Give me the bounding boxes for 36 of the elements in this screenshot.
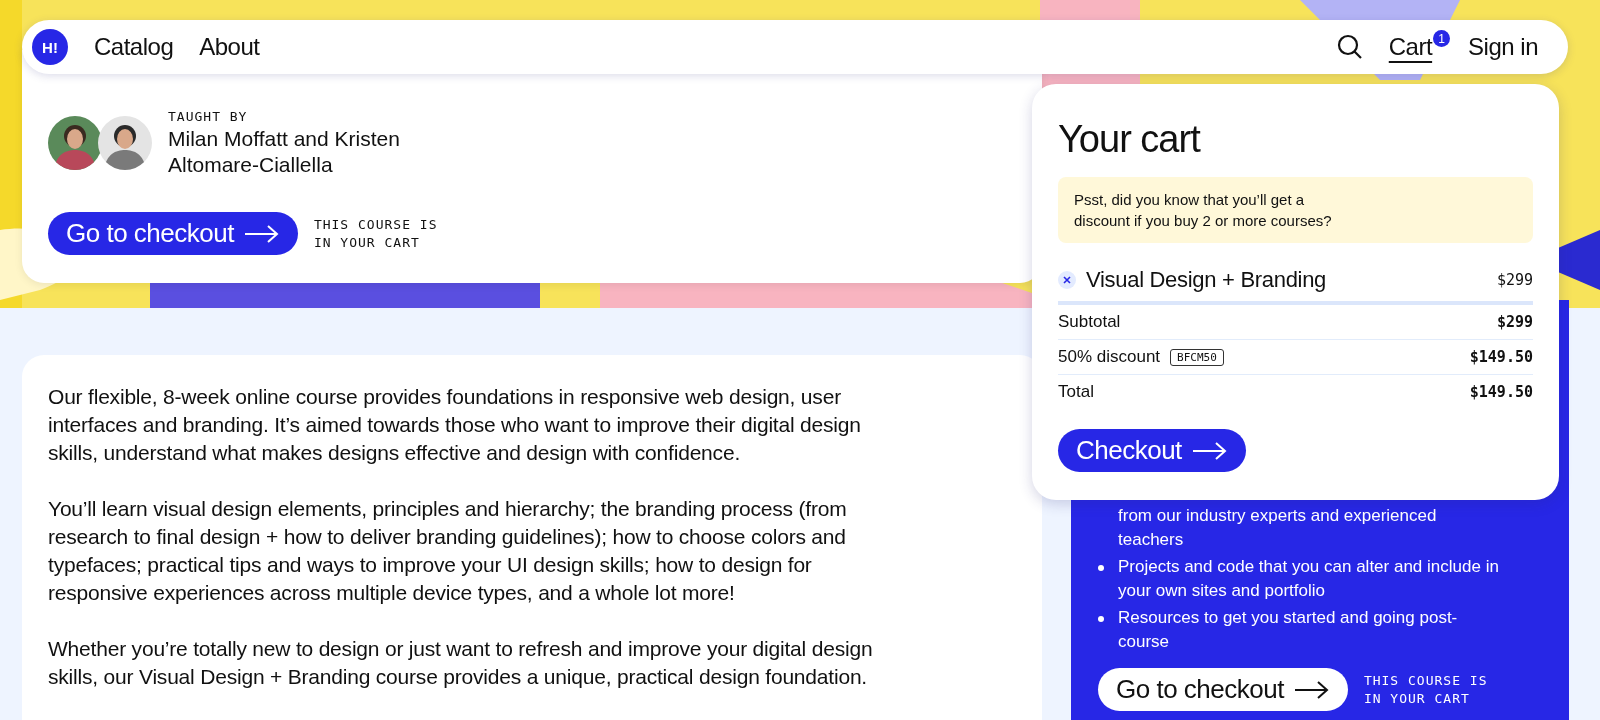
checkout-button[interactable]: Checkout xyxy=(1058,429,1246,472)
cart-item-name: Visual Design + Branding xyxy=(1086,267,1328,293)
feature-text: Resources to get you started and going post-course xyxy=(1118,607,1459,653)
logo[interactable]: H! xyxy=(32,29,68,65)
nav-link[interactable]: About xyxy=(199,33,260,61)
remove-button[interactable] xyxy=(1058,271,1076,289)
cart-item-price: $299 xyxy=(1496,271,1533,289)
summary-label: Total xyxy=(1058,382,1094,402)
discount-code-tag: BFCM50 xyxy=(1170,348,1224,366)
cart-link[interactable]: Cart xyxy=(1388,33,1433,60)
in-cart-note: THIS COURSE IS IN YOUR CART xyxy=(313,215,439,252)
cart-title: Your cart xyxy=(1058,118,1202,161)
go-to-checkout-button[interactable]: Go to checkout xyxy=(1098,668,1348,711)
in-cart-note: THIS COURSE IS IN YOUR CART xyxy=(1363,671,1489,708)
instructor-names: Milan Moffatt and Kristen Altomare-Ciallella xyxy=(168,126,401,178)
go-to-checkout-button[interactable]: Go to checkout xyxy=(48,212,298,255)
description-paragraph: Whether you’re totally new to design or just want to refresh and improve your digital design skills, our Visual Design + Branding course provides a unique, practical design foundation. xyxy=(48,636,874,690)
taught-by-label: TAUGHT BY xyxy=(168,108,249,126)
arrow-icon xyxy=(1293,679,1330,700)
summary-value: $149.50 xyxy=(1469,383,1533,401)
sign-in-link[interactable]: Sign in xyxy=(1468,33,1538,61)
cart-count-badge: 1 xyxy=(1433,30,1451,47)
search-icon[interactable] xyxy=(1336,34,1363,60)
summary-label: 50% discount xyxy=(1058,347,1161,367)
close-icon xyxy=(1063,276,1071,284)
summary-label: Subtotal xyxy=(1058,312,1121,332)
summary-value: $299 xyxy=(1496,313,1533,331)
feature-text: from our industry experts and experienced teachers xyxy=(1118,505,1438,551)
description-paragraph: Our flexible, 8-week online course provides foundations in responsive web design, user interfaces and branding. It’s aimed towards those who want to improve their digital design skills, understand what makes designs effective and design with confidence. xyxy=(48,384,862,466)
arrow-icon xyxy=(1191,440,1228,461)
description-paragraph: You’ll learn visual design elements, principles and hierarchy; the branding process (from research to final design + how to deliver branding guidelines); how to choose colors and typefaces; practical tips and ways to improve your UI design skills; how to design for responsive experiences across multiple device types, and a whole lot more! xyxy=(48,496,848,606)
nav-link[interactable]: Catalog xyxy=(94,33,174,61)
tip-text: Psst, did you know that you’ll get a discount if you buy 2 or more courses? xyxy=(1074,190,1333,231)
feature-text: Projects and code that you can alter and include in your own sites and portfolio xyxy=(1118,556,1500,602)
summary-value: $149.50 xyxy=(1469,348,1533,366)
arrow-icon xyxy=(243,223,280,244)
